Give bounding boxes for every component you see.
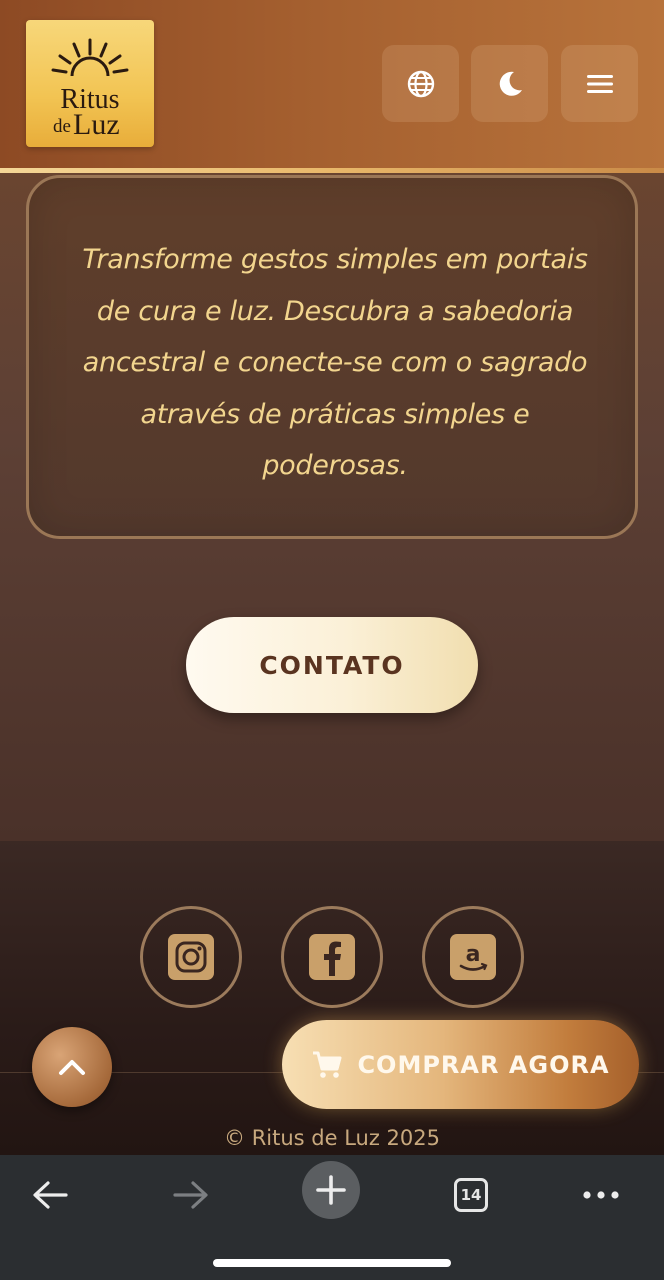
globe-icon [407,70,434,97]
back-to-top-button[interactable] [32,1027,112,1107]
home-indicator [213,1259,451,1267]
tabs-button[interactable]: 14 [441,1165,501,1225]
sun-logo-icon [51,38,129,77]
amazon-icon: a [450,934,496,980]
logo-text-luz: Luz [73,108,120,141]
forward-button[interactable] [161,1165,221,1225]
instagram-icon [168,934,214,980]
menu-button[interactable] [561,45,638,122]
buy-now-button[interactable]: COMPRAR AGORA [282,1020,639,1109]
new-tab-button[interactable] [302,1161,360,1219]
back-arrow-icon [33,1181,68,1209]
svg-text:a: a [466,942,481,967]
language-button[interactable] [382,45,459,122]
chevron-up-icon [59,1060,85,1075]
intro-card: Transforme gestos simples em portais de … [26,175,638,539]
hamburger-menu-icon [586,74,613,93]
more-button[interactable] [571,1165,631,1225]
forward-arrow-icon [173,1181,208,1209]
browser-toolbar: 14 [0,1155,664,1280]
amazon-link[interactable]: a [422,906,524,1008]
new-tab-plus-icon [316,1175,346,1205]
site-header: Ritus de Luz [0,0,664,168]
instagram-link[interactable] [140,906,242,1008]
shopping-cart-icon [313,1051,342,1078]
buy-now-label: COMPRAR AGORA [357,1050,610,1079]
moon-icon [499,71,522,96]
more-icon [583,1191,619,1199]
hero-section: Transforme gestos simples em portais de … [0,173,664,841]
ritus-de-luz-logo[interactable]: Ritus de Luz [26,20,154,147]
facebook-icon [309,934,355,980]
tabs-icon: 14 [454,1178,488,1212]
facebook-link[interactable] [281,906,383,1008]
back-button[interactable] [20,1165,80,1225]
intro-text: Transforme gestos simples em portais de … [82,244,588,481]
contact-button[interactable]: CONTATO [186,617,478,713]
logo-text-de: de [53,116,71,137]
copyright-text: © Ritus de Luz 2025 [224,1126,440,1150]
theme-toggle-button[interactable] [471,45,548,122]
